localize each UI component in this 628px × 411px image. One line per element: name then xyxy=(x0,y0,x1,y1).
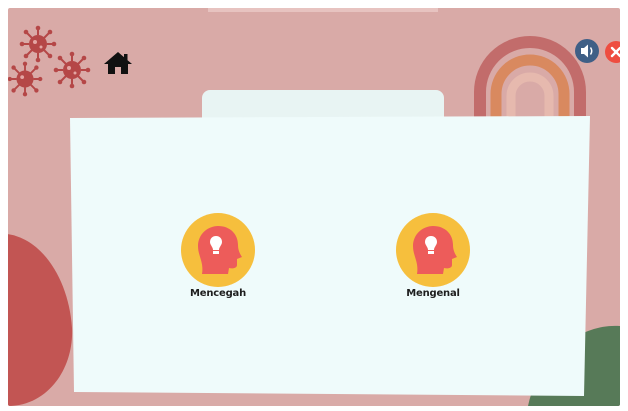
head-lightbulb-icon xyxy=(396,213,470,287)
menu-item-mencegah[interactable]: Mencegah xyxy=(163,212,273,322)
menu-panel: Mencegah Mengenal xyxy=(70,116,590,396)
panel-background xyxy=(70,116,590,396)
home-button[interactable] xyxy=(102,50,134,76)
close-button[interactable] xyxy=(604,40,620,64)
head-lightbulb-icon xyxy=(181,213,255,287)
menu-label: Mencegah xyxy=(190,288,246,299)
virus-icon xyxy=(8,61,43,97)
virus-icon xyxy=(53,51,91,89)
sound-button[interactable] xyxy=(574,38,600,64)
menu-item-mengenal[interactable]: Mengenal xyxy=(378,212,488,322)
speaker-icon xyxy=(575,39,599,63)
game-frame: Mencegah Mengenal xyxy=(8,8,620,406)
close-icon xyxy=(605,41,620,63)
home-icon xyxy=(104,52,132,74)
top-strip xyxy=(208,8,438,12)
game-screen: Mencegah Mengenal xyxy=(0,0,628,411)
menu-label: Mengenal xyxy=(406,288,460,299)
